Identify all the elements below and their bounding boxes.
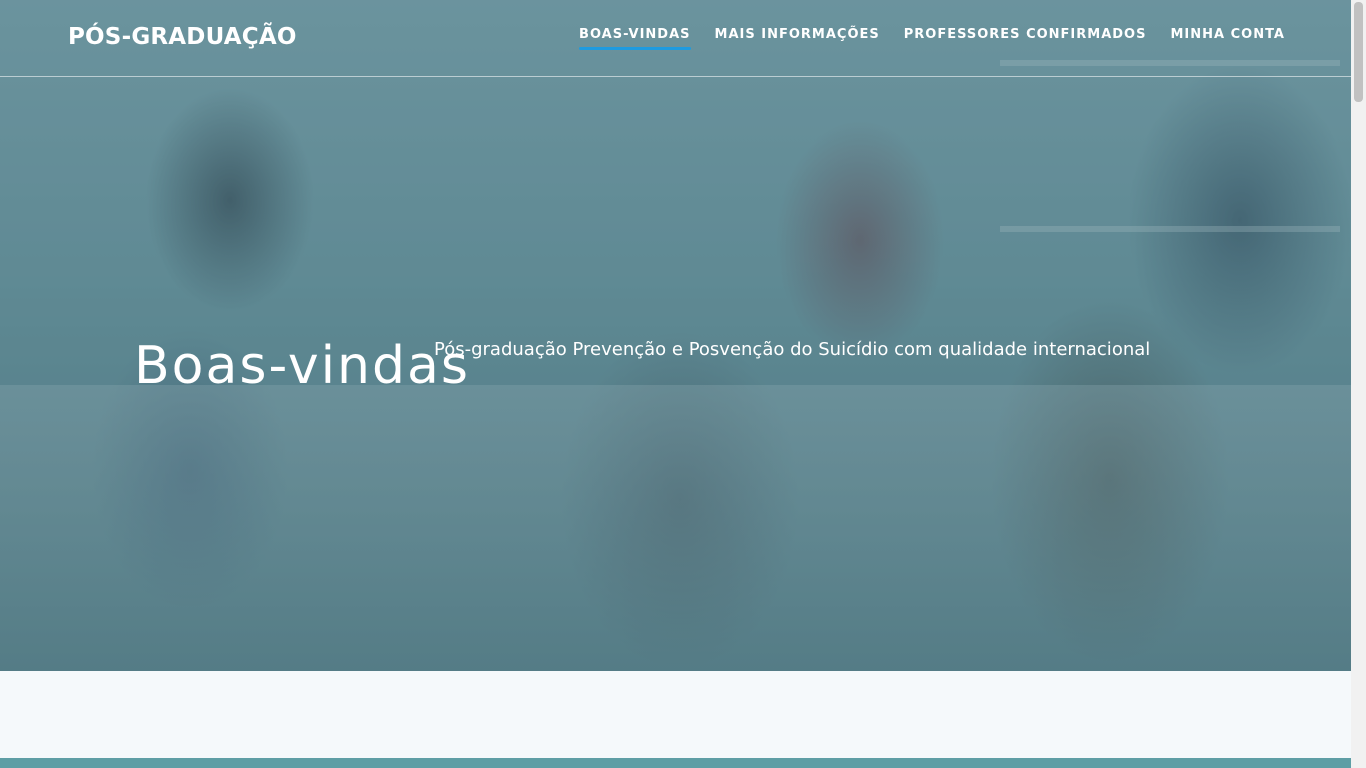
nav-item-mais-informacoes[interactable]: MAIS INFORMAÇÕES (715, 27, 880, 46)
navbar: PÓS-GRADUAÇÃO BOAS-VINDAS MAIS INFORMAÇÕ… (0, 0, 1351, 77)
hero-subtitle: Pós-graduação Prevenção e Posvenção do S… (434, 339, 1151, 360)
page-scrollbar[interactable] (1351, 0, 1366, 768)
nav-item-minha-conta[interactable]: MINHA CONTA (1170, 27, 1285, 46)
footer-strip (0, 758, 1351, 768)
nav-item-boas-vindas[interactable]: BOAS-VINDAS (579, 27, 692, 50)
brand-logo[interactable]: PÓS-GRADUAÇÃO (68, 24, 297, 50)
nav-item-professores-confirmados[interactable]: PROFESSORES CONFIRMADOS (904, 27, 1147, 46)
scrollbar-thumb[interactable] (1354, 2, 1363, 102)
hero-section: PÓS-GRADUAÇÃO BOAS-VINDAS MAIS INFORMAÇÕ… (0, 0, 1351, 671)
hero-title: Boas-vindas (134, 336, 470, 396)
nav-menu: BOAS-VINDAS MAIS INFORMAÇÕES PROFESSORES… (579, 27, 1285, 50)
